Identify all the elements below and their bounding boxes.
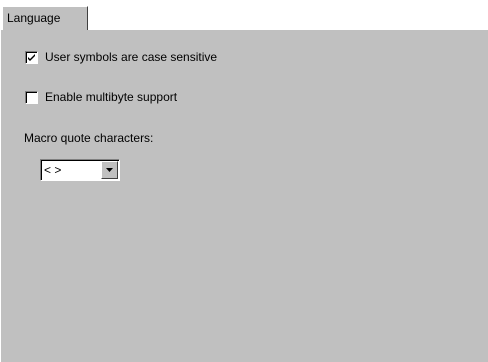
settings-dialog: Language User symbols are case sensitive… (0, 0, 488, 362)
tab-language-label: Language (7, 11, 61, 25)
checkmark-icon (28, 53, 35, 61)
language-panel: User symbols are case sensitive Enable m… (0, 29, 488, 362)
macro-quote-label: Macro quote characters: (24, 131, 154, 145)
chevron-down-icon (106, 168, 113, 172)
case-sensitive-label: User symbols are case sensitive (45, 50, 218, 64)
multibyte-checkbox[interactable] (25, 90, 38, 104)
multibyte-option[interactable]: Enable multibyte support (25, 90, 177, 104)
tab-language[interactable]: Language (2, 6, 88, 30)
case-sensitive-checkbox[interactable] (25, 50, 38, 64)
multibyte-label: Enable multibyte support (45, 90, 178, 104)
dropdown-button[interactable] (101, 161, 118, 179)
case-sensitive-option[interactable]: User symbols are case sensitive (25, 50, 217, 64)
macro-quote-select[interactable]: < > (40, 159, 120, 181)
macro-quote-value: < > (44, 163, 62, 177)
